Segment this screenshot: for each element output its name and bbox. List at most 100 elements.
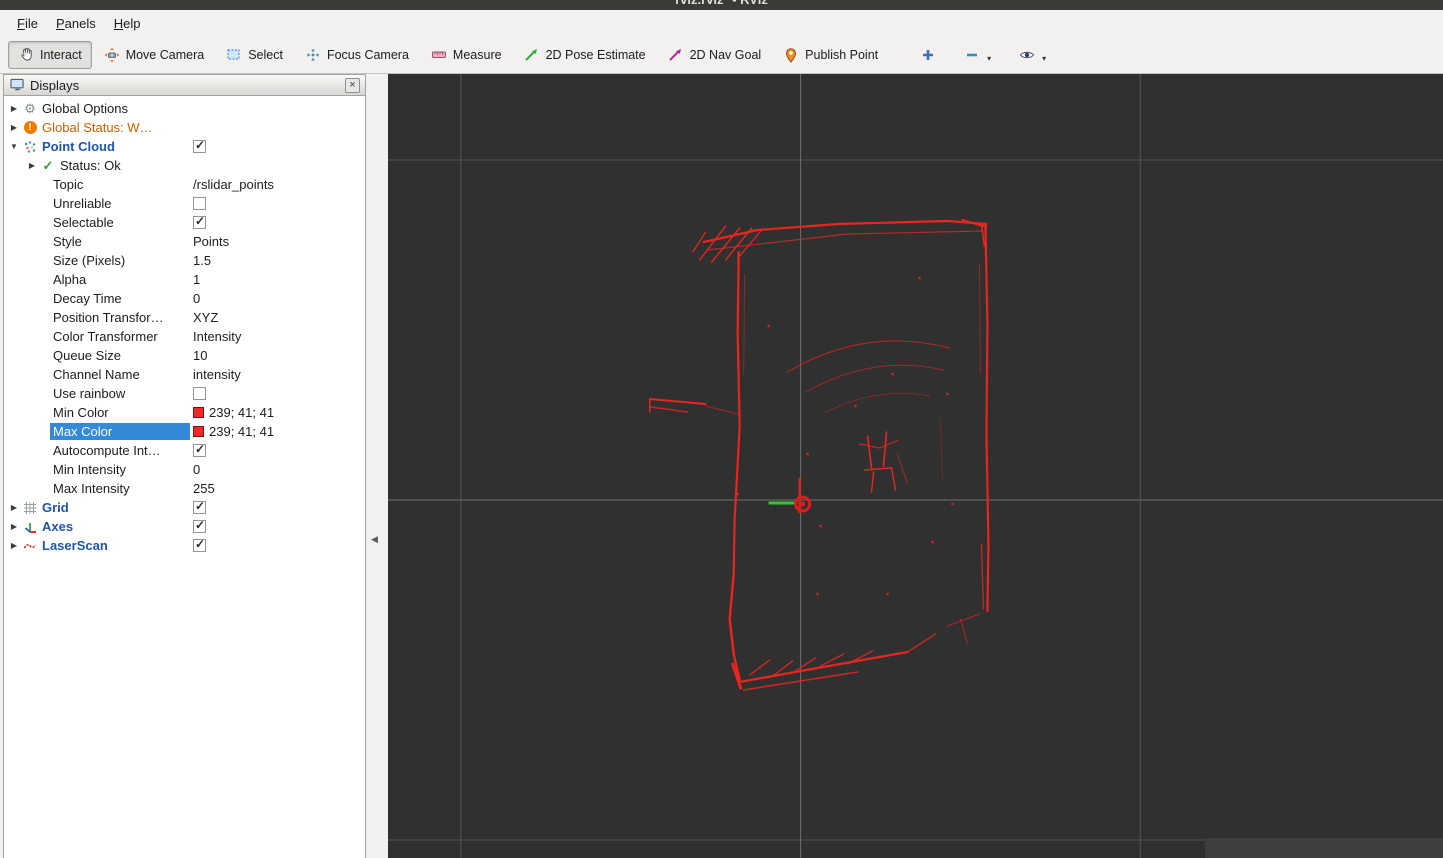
tool-move-camera[interactable]: Move Camera [94, 41, 215, 69]
property-label: Selectable [50, 214, 190, 231]
property-value[interactable]: 239; 41; 41 [209, 405, 274, 420]
row-value-cell: 1.5 [190, 253, 365, 268]
row-label-cell: Queue Size [4, 346, 190, 365]
display-row-laserscan[interactable]: ▶LaserScan [4, 536, 365, 555]
display-row-grid[interactable]: ▶Grid [4, 498, 365, 517]
display-row-min-color[interactable]: Min Color239; 41; 41 [4, 403, 365, 422]
window-titlebar: rviz.rviz* - RViz [0, 0, 1443, 10]
3d-scene[interactable] [388, 74, 1443, 858]
display-row-decay-time[interactable]: Decay Time0 [4, 289, 365, 308]
row-value-cell [190, 539, 365, 552]
display-row-color-transformer[interactable]: Color TransformerIntensity [4, 327, 365, 346]
property-value[interactable]: 1.5 [193, 253, 211, 268]
checkbox[interactable] [193, 444, 206, 457]
collapse-arrow-icon[interactable]: ▼ [7, 142, 21, 151]
menu-file[interactable]: File [8, 13, 47, 34]
expand-arrow-icon[interactable]: ▶ [7, 522, 21, 531]
expand-arrow-icon[interactable]: ▶ [25, 161, 39, 170]
tool-label: Measure [453, 48, 502, 62]
displays-panel-header[interactable]: Displays × [4, 75, 365, 96]
property-value[interactable]: intensity [193, 367, 241, 382]
row-value-cell: 239; 41; 41 [190, 405, 365, 420]
remove-tool-button[interactable]: ▾ [954, 41, 1001, 69]
display-row-topic[interactable]: Topic/rslidar_points [4, 175, 365, 194]
checkbox[interactable] [193, 501, 206, 514]
property-value[interactable]: Intensity [193, 329, 241, 344]
row-value-cell: Points [190, 234, 365, 249]
viewport-3d[interactable] [388, 74, 1443, 858]
panel-splitter[interactable]: ◀ [366, 74, 388, 858]
tool-publish-point[interactable]: Publish Point [773, 41, 888, 69]
checkbox[interactable] [193, 387, 206, 400]
property-value[interactable]: 239; 41; 41 [209, 424, 274, 439]
display-row-position-transfor[interactable]: Position Transfor…XYZ [4, 308, 365, 327]
indent-spacer [4, 336, 50, 337]
checkbox[interactable] [193, 216, 206, 229]
row-label-cell: ▶Grid [4, 498, 190, 517]
indent-spacer [4, 469, 50, 470]
checkbox[interactable] [193, 197, 206, 210]
display-row-alpha[interactable]: Alpha1 [4, 270, 365, 289]
property-value[interactable]: 10 [193, 348, 207, 363]
visibility-tool-button[interactable]: ▾ [1009, 41, 1056, 69]
row-label-cell: Decay Time [4, 289, 190, 308]
display-row-unreliable[interactable]: Unreliable [4, 194, 365, 213]
display-row-axes[interactable]: ▶Axes [4, 517, 365, 536]
row-value-cell: 255 [190, 481, 365, 496]
tool-label: Interact [40, 48, 82, 62]
display-row-global-options[interactable]: ▶⚙Global Options [4, 99, 365, 118]
indent-spacer [4, 184, 50, 185]
property-label: Point Cloud [39, 138, 190, 155]
property-value[interactable]: XYZ [193, 310, 218, 325]
expand-arrow-icon[interactable]: ▶ [7, 503, 21, 512]
expand-arrow-icon[interactable]: ▶ [7, 104, 21, 113]
display-row-use-rainbow[interactable]: Use rainbow [4, 384, 365, 403]
menu-bar: FilePanelsHelp [0, 10, 1443, 36]
tool-2d-pose-estimate[interactable]: 2D Pose Estimate [514, 41, 656, 69]
tool-select[interactable]: Select [216, 41, 293, 69]
expand-arrow-icon[interactable]: ▶ [7, 541, 21, 550]
display-row-selectable[interactable]: Selectable [4, 213, 365, 232]
row-label-cell: Selectable [4, 213, 190, 232]
display-row-autocompute-int[interactable]: Autocompute Int… [4, 441, 365, 460]
displays-tree: ▶⚙Global Options▶!Global Status: W… ▼ Poin… [4, 96, 365, 858]
property-value[interactable]: /rslidar_points [193, 177, 274, 192]
display-row-max-intensity[interactable]: Max Intensity255 [4, 479, 365, 498]
menu-panels[interactable]: Panels [47, 13, 105, 34]
close-panel-button[interactable]: × [345, 78, 360, 93]
display-row-min-intensity[interactable]: Min Intensity0 [4, 460, 365, 479]
display-row-max-color[interactable]: Max Color239; 41; 41 [4, 422, 365, 441]
checkbox[interactable] [193, 520, 206, 533]
property-label: Global Options [39, 100, 190, 117]
property-value[interactable]: 255 [193, 481, 215, 496]
display-row-style[interactable]: StylePoints [4, 232, 365, 251]
dropdown-caret-icon[interactable]: ▾ [987, 54, 991, 63]
dropdown-caret-icon[interactable]: ▾ [1042, 54, 1046, 63]
tool-measure[interactable]: Measure [421, 41, 512, 69]
collapse-panel-icon[interactable]: ◀ [371, 534, 378, 545]
expand-arrow-icon[interactable]: ▶ [7, 123, 21, 132]
display-row-point-cloud[interactable]: ▼ Point Cloud [4, 137, 365, 156]
property-value[interactable]: 0 [193, 462, 200, 477]
row-value-cell: 239; 41; 41 [190, 424, 365, 439]
indent-spacer [4, 260, 50, 261]
select-box-icon [226, 47, 242, 63]
tool-interact[interactable]: Interact [8, 41, 92, 69]
display-row-channel-name[interactable]: Channel Nameintensity [4, 365, 365, 384]
property-value[interactable]: 1 [193, 272, 200, 287]
tool-2d-nav-goal[interactable]: 2D Nav Goal [658, 41, 772, 69]
menu-help[interactable]: Help [105, 13, 150, 34]
nav-goal-icon [668, 47, 684, 63]
tool-focus-camera[interactable]: Focus Camera [295, 41, 419, 69]
display-row-status-ok[interactable]: ▶✓Status: Ok [4, 156, 365, 175]
checkbox[interactable] [193, 539, 206, 552]
display-row-size-pixels[interactable]: Size (Pixels)1.5 [4, 251, 365, 270]
property-value[interactable]: 0 [193, 291, 200, 306]
property-value[interactable]: Points [193, 234, 229, 249]
display-row-global-status-w[interactable]: ▶!Global Status: W… [4, 118, 365, 137]
checkbox[interactable] [193, 140, 206, 153]
property-label: Status: Ok [57, 157, 190, 174]
add-tool-button[interactable] [910, 41, 946, 69]
display-row-queue-size[interactable]: Queue Size10 [4, 346, 365, 365]
row-label-cell: ▶!Global Status: W… [4, 118, 190, 137]
